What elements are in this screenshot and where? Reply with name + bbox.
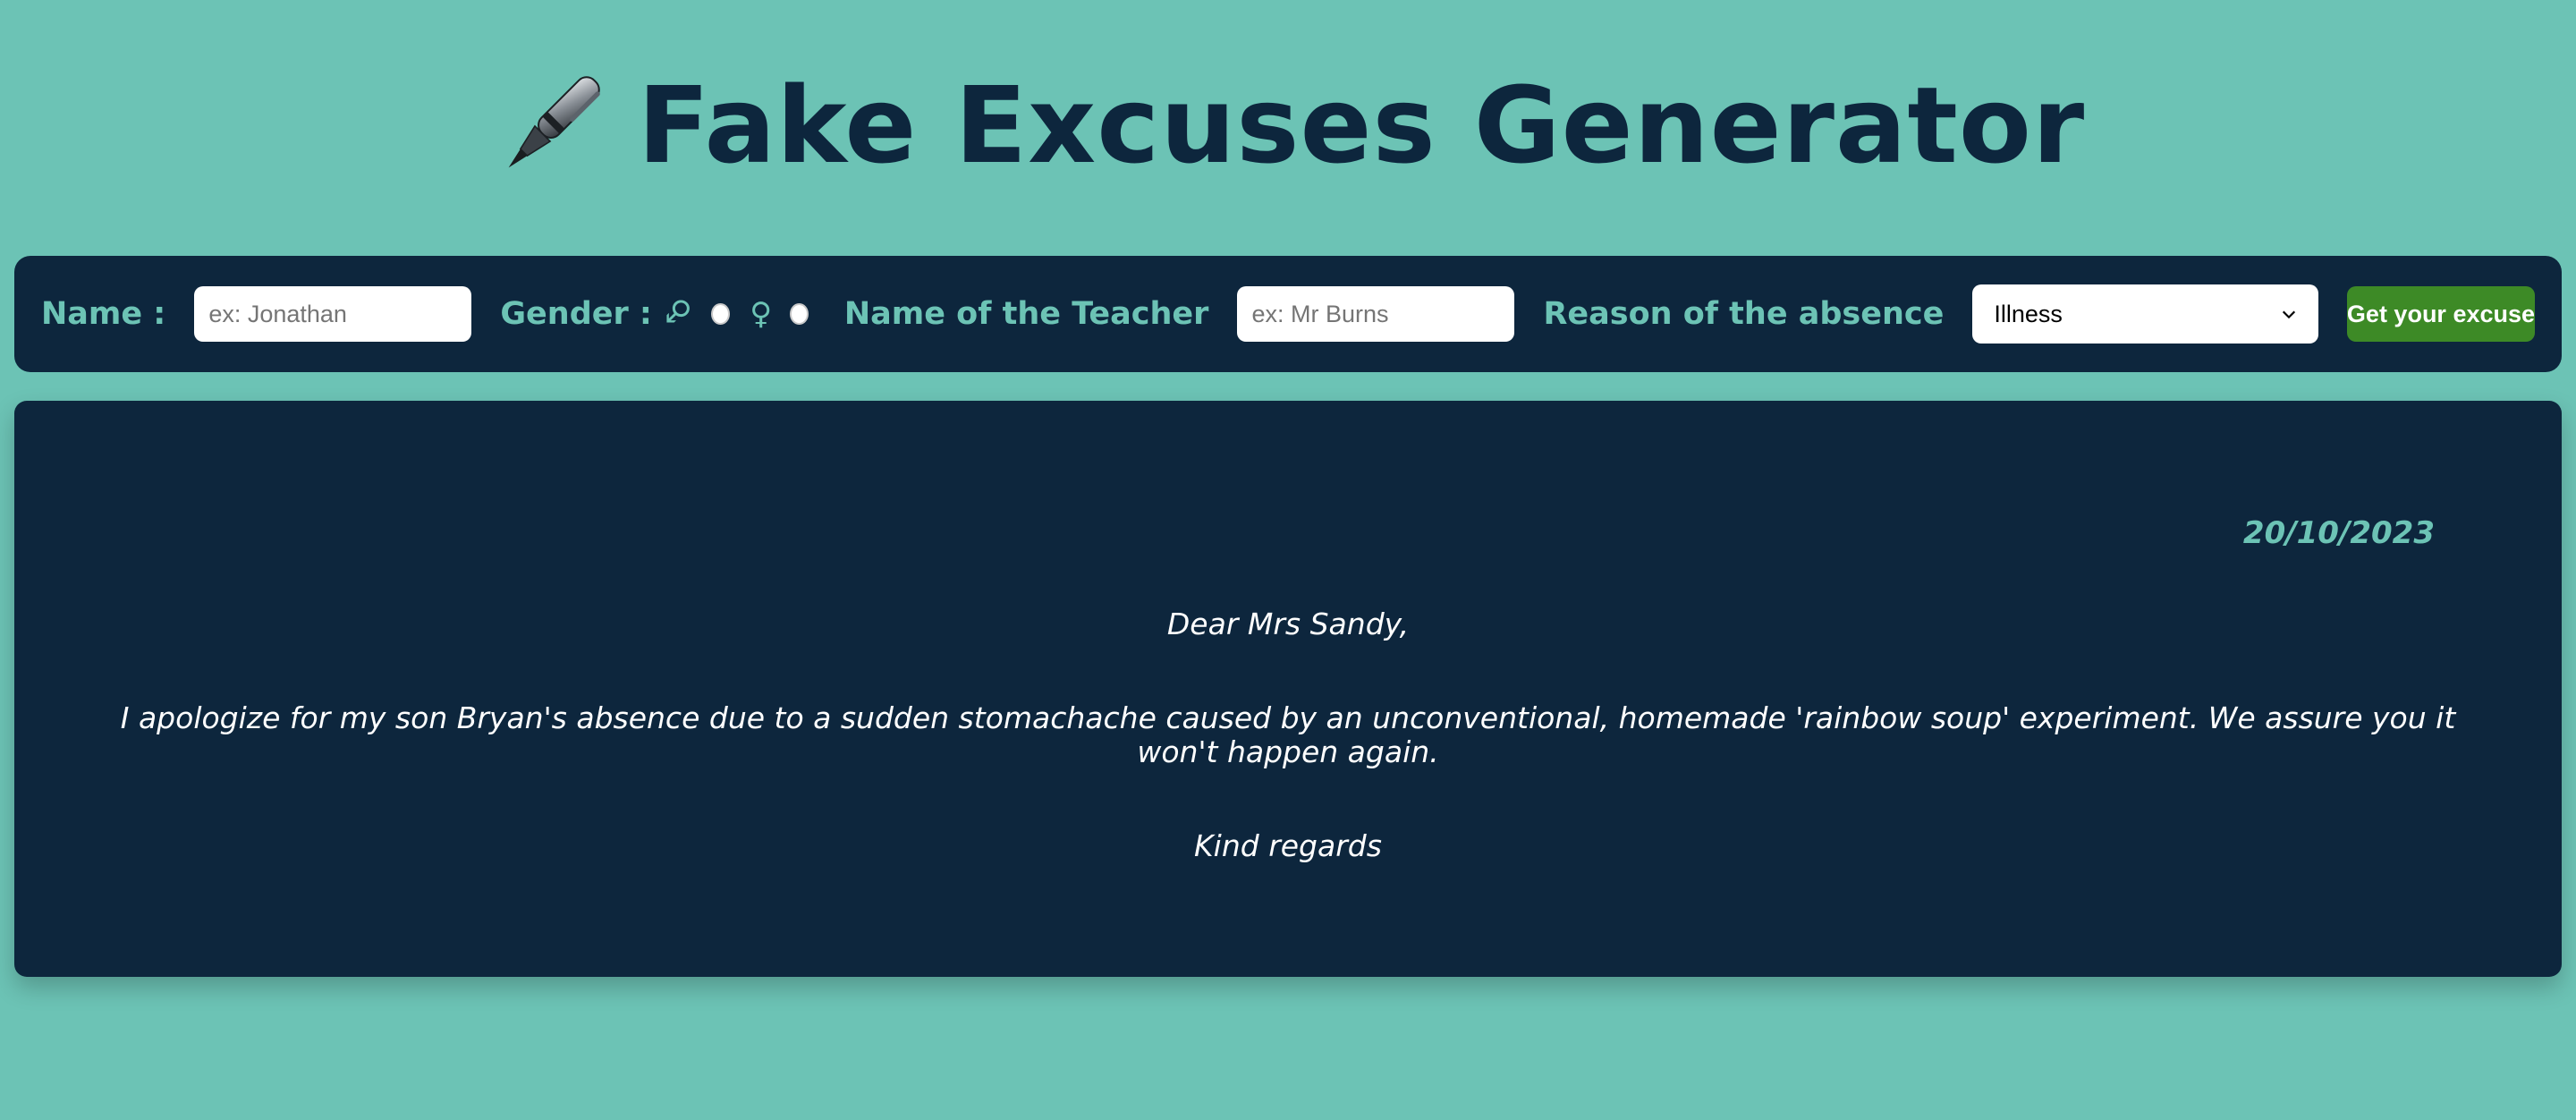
reason-select[interactable]: Illness — [1972, 284, 2318, 344]
male-radio[interactable] — [711, 303, 731, 325]
get-excuse-button[interactable]: Get your excuse — [2346, 286, 2536, 342]
letter-closing: Kind regards — [1194, 828, 1382, 863]
gender-label: Gender : — [500, 296, 652, 332]
page-title: Fake Excuses Generator — [637, 64, 2086, 187]
excuse-letter: 20/10/2023 Dear Mrs Sandy, I apologize f… — [14, 401, 2562, 977]
name-input[interactable] — [194, 286, 472, 342]
male-symbol-icon: ♂ — [664, 293, 692, 328]
female-symbol-icon: ♀ — [750, 296, 773, 332]
name-label: Name : — [41, 296, 166, 332]
female-radio[interactable] — [790, 303, 809, 325]
reason-selected-value: Illness — [1994, 300, 2063, 327]
reason-label: Reason of the absence — [1543, 296, 1945, 332]
letter-body: I apologize for my son Bryan's absence d… — [120, 700, 2456, 769]
excuse-form: Name : Gender : ♂ ♀ Name of the Teacher … — [14, 256, 2562, 372]
teacher-input[interactable] — [1237, 286, 1515, 342]
chevron-down-icon — [2282, 310, 2295, 319]
fountain-pen-icon — [508, 76, 600, 168]
page-header: Fake Excuses Generator — [0, 54, 2576, 197]
letter-date: 20/10/2023 — [2242, 515, 2435, 551]
letter-greeting: Dear Mrs Sandy, — [1166, 607, 1410, 641]
teacher-label: Name of the Teacher — [843, 296, 1209, 332]
